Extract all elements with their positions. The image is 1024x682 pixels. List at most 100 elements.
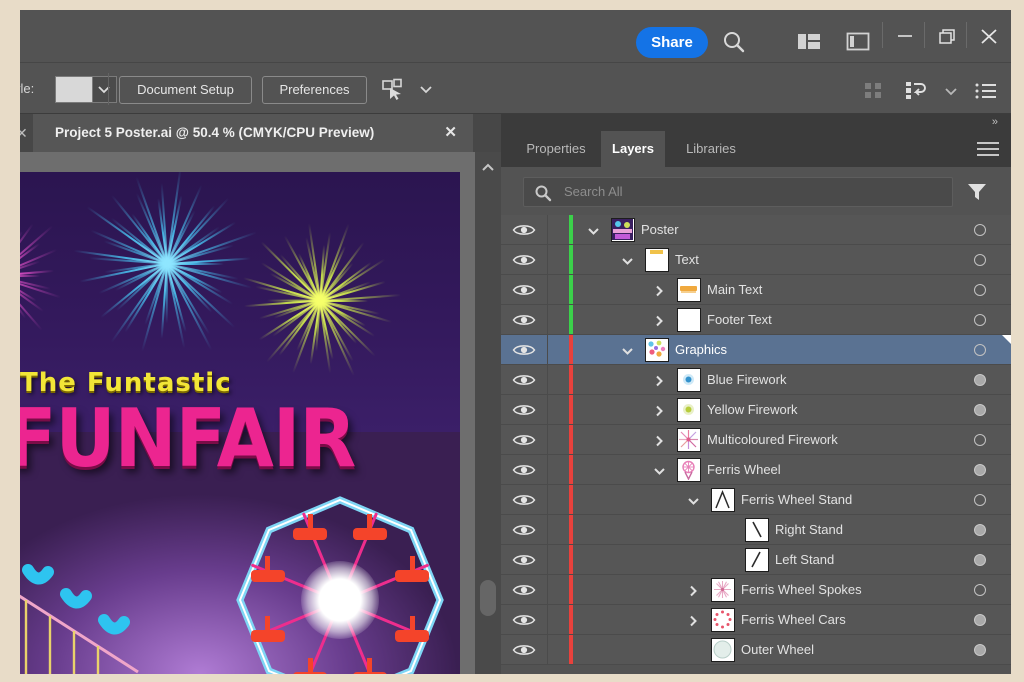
layer-lock-toggle[interactable] <box>548 335 570 364</box>
layer-lock-toggle[interactable] <box>548 605 570 634</box>
layer-visibility-toggle[interactable] <box>501 515 548 544</box>
layer-visibility-toggle[interactable] <box>501 545 548 574</box>
layer-row[interactable]: Ferris Wheel Cars <box>501 605 1011 635</box>
layer-lock-toggle[interactable] <box>548 515 570 544</box>
align-grid-icon[interactable] <box>863 81 885 106</box>
style-swatch[interactable] <box>55 76 93 103</box>
chevron-right-icon[interactable] <box>653 284 666 297</box>
layer-row[interactable]: Ferris Wheel Stand <box>501 485 1011 515</box>
layer-row[interactable]: Ferris Wheel <box>501 455 1011 485</box>
layer-visibility-toggle[interactable] <box>501 635 548 664</box>
layer-lock-toggle[interactable] <box>548 245 570 274</box>
layer-row[interactable]: Yellow Firework <box>501 395 1011 425</box>
chevron-right-icon[interactable] <box>653 314 666 327</box>
chevron-down-icon[interactable] <box>587 224 600 236</box>
layer-target-circle[interactable] <box>974 524 986 536</box>
layer-row[interactable]: Text <box>501 245 1011 275</box>
close-button[interactable] <box>968 20 1010 52</box>
chevron-right-icon[interactable] <box>653 434 666 447</box>
layer-target-circle[interactable] <box>974 404 986 416</box>
layer-lock-toggle[interactable] <box>548 275 570 304</box>
layer-target-circle[interactable] <box>974 614 986 626</box>
chevron-down-icon[interactable] <box>653 464 666 476</box>
layer-lock-toggle[interactable] <box>548 215 570 244</box>
style-dropdown-chevron-icon[interactable] <box>93 76 117 103</box>
minimize-button[interactable] <box>884 20 926 52</box>
workspace-switcher-icon[interactable] <box>796 30 822 54</box>
chevron-down-icon[interactable] <box>687 494 700 506</box>
layer-visibility-toggle[interactable] <box>501 485 548 514</box>
layer-list[interactable]: Poster Text Main Text Footer Text Graphics Bl… <box>501 215 1011 674</box>
chevron-right-icon[interactable] <box>687 584 700 597</box>
preferences-button[interactable]: Preferences <box>262 76 367 104</box>
layer-visibility-toggle[interactable] <box>501 335 548 364</box>
layer-visibility-toggle[interactable] <box>501 455 548 484</box>
layer-target-circle[interactable] <box>974 314 986 326</box>
document-tab[interactable]: Project 5 Poster.ai @ 50.4 % (CMYK/CPU P… <box>33 114 473 152</box>
tab-libraries[interactable]: Libraries <box>665 131 757 167</box>
layer-target-circle[interactable] <box>974 344 986 356</box>
document-tab-close-icon[interactable]: ✕ <box>444 123 457 141</box>
panel-toggle-icon[interactable] <box>845 30 871 54</box>
canvas-area[interactable]: The Funtastic FUNFAIR <box>20 152 501 674</box>
layer-lock-toggle[interactable] <box>548 305 570 334</box>
layer-row[interactable]: Main Text <box>501 275 1011 305</box>
layer-row[interactable]: Poster <box>501 215 1011 245</box>
layer-visibility-toggle[interactable] <box>501 605 548 634</box>
collapse-panel-icon[interactable]: » <box>992 116 998 128</box>
layer-visibility-toggle[interactable] <box>501 245 548 274</box>
layer-visibility-toggle[interactable] <box>501 395 548 424</box>
layer-target-circle[interactable] <box>974 284 986 296</box>
chevron-right-icon[interactable] <box>653 404 666 417</box>
layer-target-circle[interactable] <box>974 464 986 476</box>
layer-lock-toggle[interactable] <box>548 425 570 454</box>
layer-target-circle[interactable] <box>974 224 986 236</box>
layer-row[interactable]: Footer Text <box>501 305 1011 335</box>
artboard[interactable]: The Funtastic FUNFAIR <box>20 172 460 674</box>
layer-visibility-toggle[interactable] <box>501 215 548 244</box>
layer-lock-toggle[interactable] <box>548 485 570 514</box>
distribute-icon[interactable] <box>904 80 928 107</box>
scroll-up-chevron-icon[interactable] <box>481 160 495 171</box>
tab-layers[interactable]: Layers <box>601 131 665 167</box>
layer-visibility-toggle[interactable] <box>501 575 548 604</box>
document-setup-button[interactable]: Document Setup <box>119 76 252 104</box>
scrollbar-thumb[interactable] <box>480 580 496 616</box>
search-input[interactable]: Search All <box>523 177 953 207</box>
layer-lock-toggle[interactable] <box>548 395 570 424</box>
canvas-vertical-scrollbar[interactable] <box>475 152 501 674</box>
layer-visibility-toggle[interactable] <box>501 425 548 454</box>
select-similar-chevron-icon[interactable] <box>416 79 436 104</box>
filter-funnel-icon[interactable] <box>966 181 988 203</box>
layer-row[interactable]: Blue Firework <box>501 365 1011 395</box>
layer-row[interactable]: Ferris Wheel Spokes <box>501 575 1011 605</box>
layer-row[interactable]: Multicoloured Firework <box>501 425 1011 455</box>
share-button[interactable]: Share <box>636 27 708 58</box>
layer-lock-toggle[interactable] <box>548 575 570 604</box>
layer-target-circle[interactable] <box>974 494 986 506</box>
layer-row[interactable]: Right Stand <box>501 515 1011 545</box>
layer-visibility-toggle[interactable] <box>501 305 548 334</box>
search-icon[interactable] <box>720 28 748 56</box>
layer-row[interactable]: Left Stand <box>501 545 1011 575</box>
layer-visibility-toggle[interactable] <box>501 275 548 304</box>
chevron-down-icon[interactable] <box>621 254 634 266</box>
panel-menu-icon[interactable] <box>977 142 999 156</box>
tab-properties[interactable]: Properties <box>511 131 601 167</box>
layer-target-circle[interactable] <box>974 644 986 656</box>
layer-target-circle[interactable] <box>974 374 986 386</box>
layer-row[interactable]: Graphics <box>501 335 1011 365</box>
chevron-right-icon[interactable] <box>653 374 666 387</box>
layer-target-circle[interactable] <box>974 434 986 446</box>
select-similar-icon[interactable] <box>381 78 407 107</box>
options-list-icon[interactable] <box>974 81 998 106</box>
layer-row[interactable]: Outer Wheel <box>501 635 1011 665</box>
chevron-down-icon[interactable] <box>941 81 961 106</box>
layer-visibility-toggle[interactable] <box>501 365 548 394</box>
chevron-down-icon[interactable] <box>621 344 634 356</box>
layer-target-circle[interactable] <box>974 554 986 566</box>
chevron-right-icon[interactable] <box>687 614 700 627</box>
layer-lock-toggle[interactable] <box>548 365 570 394</box>
layer-lock-toggle[interactable] <box>548 635 570 664</box>
layer-lock-toggle[interactable] <box>548 455 570 484</box>
